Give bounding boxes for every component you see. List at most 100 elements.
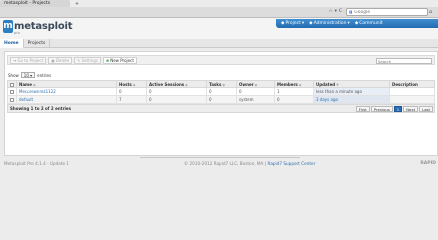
col-hosts[interactable]: Hosts◆ <box>116 80 147 88</box>
plus-icon: ⊕ <box>105 57 110 63</box>
browser-tab[interactable]: metasploit - Projects <box>0 0 70 7</box>
url-bar-buttons: ☆ ▾ C <box>329 9 342 14</box>
col-updated-label: Updated <box>316 81 336 87</box>
trash-icon: ▣ <box>51 57 55 63</box>
col-name-label: Name <box>19 81 32 87</box>
project-name-link[interactable]: Mecurewnrez1122 <box>19 89 56 94</box>
logo-m-icon: m <box>3 20 13 33</box>
table-row[interactable]: default 7 0 0 system 0 3 days ago <box>7 95 435 104</box>
projects-table: Name◆ Hosts◆ Active Sessions◆ Tasks◆ Own… <box>7 80 435 104</box>
members-cell: 1 <box>274 87 314 96</box>
col-members[interactable]: Members◆ <box>274 80 314 88</box>
version-text: Metasploit Pro 4.1.4 - Update 1 <box>4 161 70 166</box>
show-label: Show <box>8 72 19 78</box>
col-owner[interactable]: Owner◆ <box>236 80 275 88</box>
col-description[interactable]: Description <box>389 80 435 88</box>
description-cell <box>389 95 435 104</box>
row-select-cell <box>7 95 17 104</box>
row-checkbox[interactable] <box>10 90 14 94</box>
col-description-label: Description <box>392 81 418 87</box>
browser-tab-title: metasploit - Projects <box>4 1 51 6</box>
table-header-row: Name◆ Hosts◆ Active Sessions◆ Tasks◆ Own… <box>7 80 435 88</box>
entries-select[interactable]: 10 ▾ <box>20 72 36 78</box>
new-project-label: New Project <box>110 57 134 63</box>
sessions-cell: 0 <box>146 95 207 104</box>
entries-label: entries <box>37 72 52 78</box>
table-row[interactable]: Mecurewnrez1122 0 0 0 0 1 less than a mi… <box>7 87 435 96</box>
page-1-button[interactable]: 1 <box>393 106 403 112</box>
home-icon[interactable]: ⌂ <box>429 9 436 15</box>
entries-length: Show 10 ▾ entries <box>8 72 51 78</box>
col-name[interactable]: Name◆ <box>16 80 117 88</box>
bookmark-star-icon[interactable]: ☆ <box>329 9 333 14</box>
col-sessions[interactable]: Active Sessions◆ <box>146 80 207 88</box>
wrench-icon: ✎ <box>77 57 81 63</box>
select-all-header[interactable] <box>7 80 17 88</box>
project-menu[interactable]: ◆ Project ▾ <box>281 21 304 26</box>
support-center-link[interactable]: Rapid7 Support Center <box>268 161 316 166</box>
top-navigation: ◆ Project ▾ ◆ Administration ▾ ◆ Communi… <box>276 19 438 28</box>
row-select-cell <box>7 87 17 96</box>
browser-search-input[interactable] <box>354 9 425 15</box>
last-page-button[interactable]: Last <box>419 106 433 112</box>
community-icon: ◆ <box>354 21 359 26</box>
copyright-text: © 2010-2012 Rapid7 LLC, Boston, MA | Rap… <box>184 161 315 166</box>
previous-page-button[interactable]: Previous <box>370 106 393 112</box>
sort-icon: ◆ <box>185 82 188 87</box>
history-dropdown-icon[interactable]: ▾ <box>335 9 337 14</box>
settings-button[interactable]: ✎ Settings <box>74 56 101 64</box>
app-header: m metasploit pro ◆ Project ▾ ◆ Administr… <box>0 18 438 39</box>
new-project-button[interactable]: ⊕ New Project <box>102 56 137 64</box>
sort-icon: ◆ <box>132 82 136 87</box>
chevron-down-icon: ▾ <box>301 21 305 26</box>
entries-select-value: 10 <box>23 73 29 78</box>
google-icon: g <box>349 9 353 15</box>
updated-link[interactable]: 3 days ago <box>316 97 338 102</box>
copyright-label: © 2010-2012 Rapid7 LLC, Boston, MA | <box>184 161 267 166</box>
select-all-checkbox[interactable] <box>10 82 14 87</box>
owner-cell: system <box>236 95 275 104</box>
admin-menu[interactable]: ◆ Administration ▾ <box>309 21 350 26</box>
pagination: First Previous 1 Next Last <box>355 106 433 112</box>
col-hosts-label: Hosts <box>119 81 132 87</box>
members-cell: 0 <box>274 95 314 104</box>
project-search-input[interactable] <box>376 58 432 64</box>
col-members-label: Members <box>277 81 298 87</box>
tab-projects[interactable]: Projects <box>24 39 51 48</box>
project-name-link[interactable]: default <box>19 97 33 102</box>
project-name-cell: default <box>16 95 117 104</box>
footer-divider <box>140 157 300 158</box>
row-checkbox[interactable] <box>10 98 14 102</box>
tasks-cell: 0 <box>206 87 237 96</box>
table-footer: Showing 1 to 2 of 2 entries First Previo… <box>7 104 435 113</box>
next-page-button[interactable]: Next <box>403 106 419 112</box>
browser-search-box[interactable]: g <box>346 8 428 16</box>
tasks-cell: 0 <box>206 95 237 104</box>
sort-icon: ◆ <box>222 82 226 87</box>
community-menu[interactable]: ◆ Communit <box>355 21 383 26</box>
delete-label: Delete <box>55 57 70 63</box>
first-page-button[interactable]: First <box>355 106 370 112</box>
projects-toolbar: ➜ Go to Project ▣ Delete ✎ Settings ⊕ Ne… <box>7 55 435 65</box>
project-name-cell: Mecurewnrez1122 <box>16 87 117 96</box>
settings-label: Settings <box>81 57 98 63</box>
owner-cell: 0 <box>236 87 275 96</box>
col-updated[interactable]: Updated▼ <box>313 80 390 88</box>
projects-panel: ➜ Go to Project ▣ Delete ✎ Settings ⊕ Ne… <box>4 51 438 156</box>
hosts-cell: 0 <box>116 87 147 96</box>
col-sessions-label: Active Sessions <box>149 81 185 87</box>
admin-icon: ◆ <box>309 21 313 26</box>
col-tasks[interactable]: Tasks◆ <box>206 80 237 88</box>
project-icon: ◆ <box>281 21 285 26</box>
delete-button[interactable]: ▣ Delete <box>48 56 73 64</box>
go-to-project-button[interactable]: ➜ Go to Project <box>10 56 47 64</box>
table-summary: Showing 1 to 2 of 2 entries <box>10 106 72 111</box>
community-menu-label: Communit <box>359 21 383 26</box>
go-to-project-label: Go to Project <box>17 57 44 63</box>
reload-icon[interactable]: C <box>339 9 342 14</box>
tab-home[interactable]: Home <box>0 39 24 48</box>
hosts-cell: 7 <box>116 95 147 104</box>
admin-menu-label: Administration <box>313 21 347 26</box>
col-tasks-label: Tasks <box>209 81 222 87</box>
updated-cell: 3 days ago <box>313 95 390 104</box>
